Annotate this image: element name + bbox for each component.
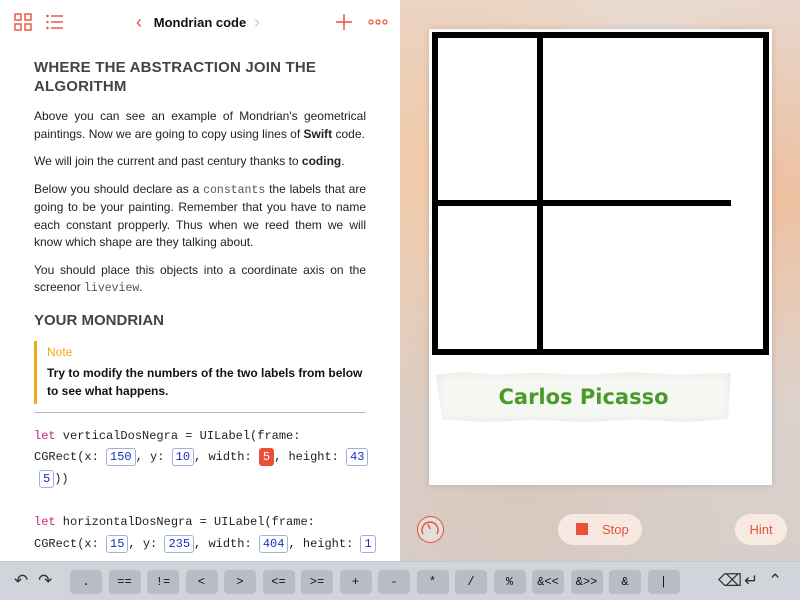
stop-icon — [576, 523, 588, 535]
painting-card: Carlos Picasso — [429, 29, 772, 485]
return-icon[interactable]: ↵ — [744, 571, 758, 591]
key-button[interactable]: - — [378, 570, 410, 594]
number-token[interactable]: 235 — [164, 535, 195, 553]
number-token[interactable]: 404 — [258, 535, 289, 553]
divider — [34, 411, 366, 413]
key-button[interactable]: % — [493, 570, 526, 594]
vertical-line — [537, 38, 543, 349]
code-line[interactable]: CGRect(x: 150, y: 10, width: 5, height: … — [34, 448, 369, 466]
key-button[interactable]: . — [70, 570, 102, 594]
note-text: Try to modify the numbers of the two lab… — [47, 365, 363, 398]
key-button[interactable]: & — [609, 570, 641, 594]
keyboard-shortcut-bar: ↶ ↷ . == != < > <= >= + - * /% &<< &>> & | ⌫ ↵ ⌃ — [0, 561, 800, 600]
section-heading: YOUR MONDRIAN — [34, 311, 164, 329]
inline-code: liveview — [84, 282, 140, 295]
editor-toolbar: ‹ Mondrian code › — [0, 0, 400, 46]
note-label: Note — [47, 344, 73, 359]
plus-icon[interactable] — [335, 13, 355, 33]
documentation: WHERE THE ABSTRACTION JOIN THE ALGORITHM… — [34, 58, 366, 413]
code-line[interactable]: CGRect(x: 15, y: 235, width: 404, height… — [34, 535, 376, 553]
paragraph: Below you should declare as a constants … — [34, 181, 366, 250]
stop-button[interactable]: Stop — [558, 514, 642, 545]
paragraph: We will join the current and past centur… — [34, 154, 345, 168]
note-callout: Note Try to modify the numbers of the tw… — [34, 340, 366, 404]
live-view: Carlos Picasso Stop Hint — [400, 0, 800, 561]
number-token[interactable]: 5 — [39, 470, 55, 488]
key-button[interactable]: * — [416, 570, 449, 594]
more-icon[interactable] — [368, 13, 388, 33]
number-token[interactable]: 10 — [171, 448, 195, 466]
redo-icon[interactable]: ↷ — [38, 571, 52, 591]
number-token[interactable]: 150 — [106, 448, 136, 466]
key-button[interactable]: != — [147, 570, 179, 594]
caption: Carlos Picasso — [498, 385, 669, 409]
section-heading: WHERE THE ABSTRACTION JOIN THE ALGORITHM — [34, 59, 317, 95]
paragraph: Above you can see an example of Mondrian… — [34, 109, 366, 141]
delete-icon[interactable]: ⌫ — [718, 571, 742, 591]
key-button[interactable]: | — [647, 570, 680, 594]
chevron-right-icon[interactable]: › — [254, 12, 260, 33]
key-button[interactable]: + — [339, 570, 372, 594]
key-button[interactable]: &<< — [532, 570, 564, 594]
editor-pane: ‹ Mondrian code › WHERE THE ABSTRACTION … — [0, 0, 400, 561]
paragraph: You should place this objects into a coo… — [34, 262, 366, 296]
code-line[interactable]: let horizontalDosNegra = UILabel(frame: — [34, 515, 315, 529]
speed-gauge-button[interactable] — [417, 516, 444, 543]
key-button[interactable]: >= — [301, 570, 333, 594]
undo-icon[interactable]: ↶ — [14, 571, 28, 591]
code-line[interactable]: let verticalDosNegra = UILabel(frame: — [34, 429, 300, 443]
chevron-up-icon[interactable]: ⌃ — [768, 571, 782, 591]
number-token[interactable]: 15 — [106, 535, 129, 553]
number-token[interactable]: 43 — [346, 448, 369, 466]
horizontal-line — [438, 200, 731, 206]
gauge-icon — [421, 521, 439, 535]
key-button[interactable]: &>> — [570, 570, 603, 594]
key-button[interactable]: / — [455, 570, 487, 594]
key-button[interactable]: <= — [262, 570, 295, 594]
number-token[interactable]: 1 — [360, 535, 376, 553]
code-line[interactable]: 5)) — [34, 470, 69, 488]
hint-button[interactable]: Hint — [735, 514, 787, 545]
number-token-selected[interactable]: 5 — [258, 448, 275, 466]
key-button[interactable]: == — [108, 570, 141, 594]
key-button[interactable]: < — [185, 570, 218, 594]
key-button[interactable]: > — [224, 570, 256, 594]
name-paper-strip: Carlos Picasso — [436, 372, 731, 422]
mondrian-frame — [432, 32, 769, 355]
inline-code: constants — [203, 183, 266, 197]
